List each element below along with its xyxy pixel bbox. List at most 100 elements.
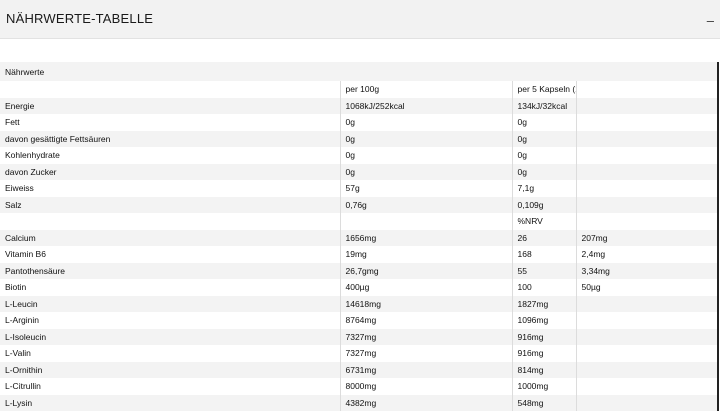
table-cell [575, 328, 717, 345]
section-title: NÄHRWERTE-TABELLE [6, 11, 154, 26]
table-cell: per 100g [339, 81, 512, 98]
table-cell: 3,34mg [575, 262, 717, 279]
table-cell: L-Citrullin [0, 378, 340, 395]
table-cell: %NRV [511, 213, 576, 230]
table-cell: 6731mg [339, 361, 512, 378]
table-cell [0, 213, 340, 230]
table-cell: 26 [511, 229, 576, 246]
table-row: Salz 0,76g 0,109g [0, 196, 717, 213]
table-body: Nährwerteper 100gper 5 Kapseln (12,5g)En… [0, 62, 717, 411]
table-cell: 916mg [511, 345, 576, 362]
table-cell: 4382mg [339, 394, 512, 411]
table-cell: 7327mg [339, 328, 512, 345]
table-cell [575, 394, 717, 411]
table-cell [575, 180, 717, 197]
table-cell: 7,1g [511, 180, 576, 197]
table-row: Pantothensäure 26,7gmg 55 3,34mg [0, 262, 717, 279]
table-cell: 0g [339, 163, 512, 180]
table-row: Energie 1068kJ/252kcal 134kJ/32kcal [0, 97, 717, 114]
table-cell: 19mg [339, 246, 512, 263]
table-cell: L-Leucin [0, 295, 340, 312]
table-cell [575, 312, 717, 329]
table-cell: 548mg [511, 394, 576, 411]
table-cell [575, 378, 717, 395]
table-cell: 14618mg [339, 295, 512, 312]
table-cell: L-Arginin [0, 312, 340, 329]
table-row: Vitamin B6 19mg 168 2,4mg [0, 246, 717, 263]
table-cell: 8000mg [339, 378, 512, 395]
table-cell: 0g [511, 147, 576, 164]
table-row: davon gesättigte Fettsäuren 0g 0g [0, 130, 717, 147]
table-cell: L-Ornithin [0, 361, 340, 378]
table-cell: L-Isoleucin [0, 328, 340, 345]
table-cell [575, 97, 717, 114]
table-cell: 1068kJ/252kcal [339, 97, 512, 114]
table-cell: 0g [339, 147, 512, 164]
table-cell [575, 147, 717, 164]
table-cell: Calcium [0, 229, 340, 246]
table-cell [575, 130, 717, 147]
table-row: L-Isoleucin 7327mg 916mg [0, 328, 717, 345]
table-row: %NRV [0, 213, 717, 230]
table-cell [0, 81, 340, 98]
table-cell: 50µg [575, 279, 717, 296]
table-cell: 1000mg [511, 378, 576, 395]
table-cell: 916mg [511, 328, 576, 345]
table-cell: 168 [511, 246, 576, 263]
table-cell: 0g [511, 114, 576, 131]
table-row: Kohlenhydrate 0g 0g [0, 147, 717, 164]
table-row: davon Zucker 0g 0g [0, 163, 717, 180]
table-cell: 1827mg [511, 295, 576, 312]
table-cell: L-Valin [0, 345, 340, 362]
table-cell: 7327mg [339, 345, 512, 362]
table-cell [575, 213, 717, 230]
table-cell: 814mg [511, 361, 576, 378]
nutrition-table: Nährwerteper 100gper 5 Kapseln (12,5g)En… [0, 62, 717, 411]
table-cell: 0g [511, 163, 576, 180]
table-cell: 207mg [575, 229, 717, 246]
table-cell: Eiweiss [0, 180, 340, 197]
table-cell [575, 345, 717, 362]
nutrition-table-container[interactable]: Nährwerteper 100gper 5 Kapseln (12,5g)En… [0, 62, 719, 411]
table-cell: davon Zucker [0, 163, 340, 180]
table-cell: 26,7gmg [339, 262, 512, 279]
table-row: L-Citrullin 8000mg 1000mg [0, 378, 717, 395]
table-cell: 0g [511, 130, 576, 147]
table-cell: 400µg [339, 279, 512, 296]
table-cell [575, 163, 717, 180]
table-row: L-Arginin 8764mg 1096mg [0, 312, 717, 329]
table-cell: Salz [0, 196, 340, 213]
table-cell: Energie [0, 97, 340, 114]
table-cell [575, 196, 717, 213]
table-cell: L-Lysin [0, 394, 340, 411]
table-cell: 55 [511, 262, 576, 279]
table-row: L-Valin 7327mg 916mg [0, 345, 717, 362]
table-cell: 1656mg [339, 229, 512, 246]
table-cell [575, 81, 717, 98]
section-header[interactable]: NÄHRWERTE-TABELLE – [0, 0, 720, 39]
table-row: Calcium 1656mg 26 207mg [0, 229, 717, 246]
table-row: L-Leucin 14618mg 1827mg [0, 295, 717, 312]
collapse-icon[interactable]: – [707, 14, 714, 27]
table-row: Eiweiss 57g 7,1g [0, 180, 717, 197]
table-cell: 57g [339, 180, 512, 197]
table-cell: 134kJ/32kcal [511, 97, 576, 114]
table-cell: 2,4mg [575, 246, 717, 263]
table-cell [575, 361, 717, 378]
table-cell [575, 114, 717, 131]
table-cell: Fett [0, 114, 340, 131]
table-row: Fett 0g 0g [0, 114, 717, 131]
table-cell: 0g [339, 114, 512, 131]
table-cell [339, 213, 512, 230]
table-row: L-Ornithin 6731mg 814mg [0, 361, 717, 378]
table-cell: 0,76g [339, 196, 512, 213]
table-cell: per 5 Kapseln (12,5g) [511, 81, 576, 98]
table-header-row: per 100gper 5 Kapseln (12,5g) [0, 81, 717, 98]
table-cell: 0g [339, 130, 512, 147]
table-title-row: Nährwerte [0, 62, 717, 81]
table-row: L-Lysin 4382mg 548mg [0, 394, 717, 411]
table-cell: Biotin [0, 279, 340, 296]
table-cell: 1096mg [511, 312, 576, 329]
table-cell: Kohlenhydrate [0, 147, 340, 164]
table-row: Biotin 400µg 100 50µg [0, 279, 717, 296]
